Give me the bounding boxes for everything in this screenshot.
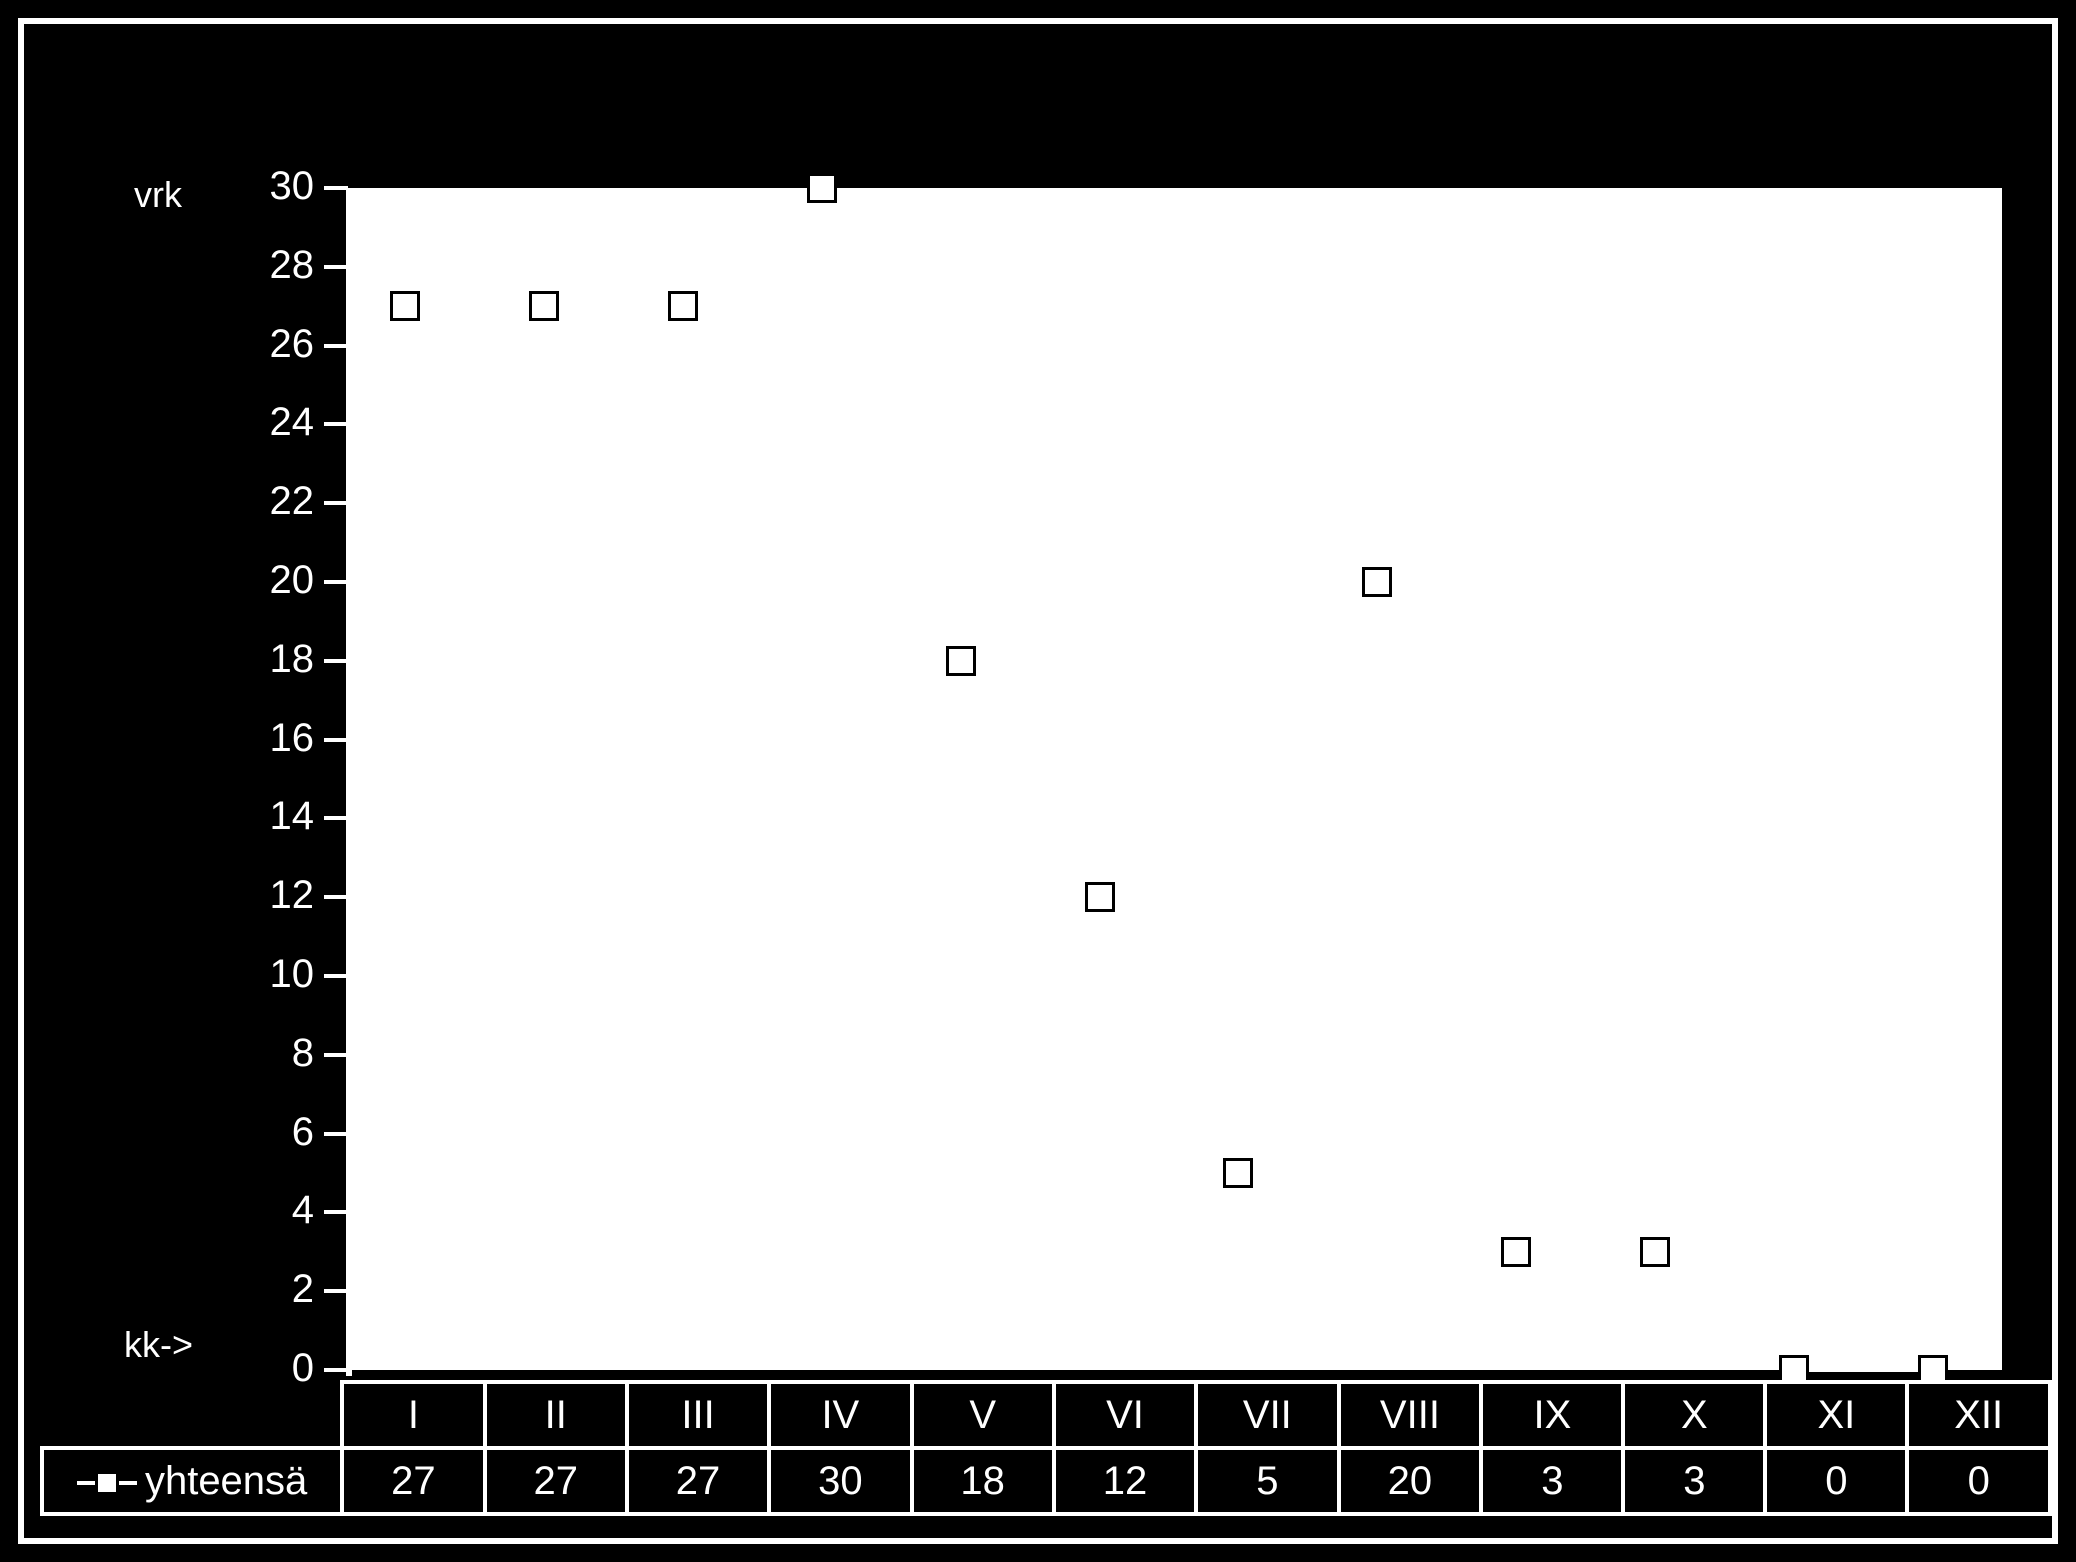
data-marker <box>1085 882 1115 912</box>
data-marker <box>1223 1158 1253 1188</box>
spacer <box>42 1382 342 1448</box>
ytick-mark <box>324 738 348 742</box>
chart-frame: vrk kk-> 024681012141618202224262830 III… <box>0 0 2076 1562</box>
ytick-value: 28 <box>234 243 314 288</box>
ytick-mark <box>324 186 348 190</box>
ytick-value: 18 <box>234 637 314 682</box>
ytick-mark <box>324 816 348 820</box>
category-cell: XI <box>1765 1382 1907 1448</box>
ytick-value: 10 <box>234 952 314 997</box>
ytick-value: 6 <box>234 1110 314 1155</box>
ytick-mark <box>324 1368 348 1372</box>
ytick-mark <box>324 580 348 584</box>
category-cell: VI <box>1054 1382 1196 1448</box>
ytick-value: 14 <box>234 794 314 839</box>
x-axis-label: kk-> <box>124 1324 193 1366</box>
value-cell: 12 <box>1054 1448 1196 1514</box>
category-cell: II <box>485 1382 627 1448</box>
data-marker <box>1501 1237 1531 1267</box>
ytick-value: 26 <box>234 322 314 367</box>
ytick-mark <box>324 659 348 663</box>
plot-area <box>352 188 2002 1370</box>
category-cell: VII <box>1196 1382 1338 1448</box>
ytick-mark <box>324 1053 348 1057</box>
ytick-mark <box>324 974 348 978</box>
data-marker <box>946 646 976 676</box>
data-table: IIIIIIIVVVIVIIVIIIIXXXIXIIyhteensä272727… <box>40 1380 2052 1516</box>
category-cell: V <box>912 1382 1054 1448</box>
value-cell: 30 <box>769 1448 911 1514</box>
data-marker <box>390 291 420 321</box>
ytick-mark <box>324 422 348 426</box>
category-cell: IX <box>1481 1382 1623 1448</box>
ytick-mark <box>324 344 348 348</box>
category-cell: I <box>342 1382 484 1448</box>
legend-cell: yhteensä <box>42 1448 342 1514</box>
series-segment <box>1516 1250 1655 1254</box>
ytick-mark <box>324 1289 348 1293</box>
value-cell: 5 <box>1196 1448 1338 1514</box>
ytick-value: 24 <box>234 400 314 445</box>
series-segment <box>405 304 544 308</box>
data-marker <box>1640 1237 1670 1267</box>
ytick-value: 2 <box>234 1267 314 1312</box>
ytick-mark <box>324 265 348 269</box>
series-segment <box>544 304 683 308</box>
ytick-value: 4 <box>234 1188 314 1233</box>
data-marker <box>529 291 559 321</box>
ytick-mark <box>324 501 348 505</box>
value-cell: 18 <box>912 1448 1054 1514</box>
category-cell: III <box>627 1382 769 1448</box>
ytick-mark <box>324 895 348 899</box>
ytick-value: 12 <box>234 873 314 918</box>
category-cell: VIII <box>1339 1382 1482 1448</box>
legend-label: yhteensä <box>145 1459 307 1503</box>
ytick-mark <box>324 1210 348 1214</box>
legend-marker-icon <box>77 1481 137 1485</box>
value-cell: 3 <box>1481 1448 1623 1514</box>
series-segment <box>1794 1368 1933 1372</box>
value-cell: 20 <box>1339 1448 1482 1514</box>
data-marker <box>1362 567 1392 597</box>
data-marker <box>807 173 837 203</box>
y-axis-label: vrk <box>134 174 182 216</box>
ytick-value: 30 <box>234 164 314 209</box>
value-cell: 3 <box>1623 1448 1765 1514</box>
value-cell: 27 <box>627 1448 769 1514</box>
value-cell: 0 <box>1765 1448 1907 1514</box>
ytick-value: 16 <box>234 716 314 761</box>
category-cell: IV <box>769 1382 911 1448</box>
data-marker <box>668 291 698 321</box>
category-cell: X <box>1623 1382 1765 1448</box>
value-cell: 27 <box>485 1448 627 1514</box>
chart-inner: vrk kk-> 024681012141618202224262830 III… <box>18 18 2058 1544</box>
category-cell: XII <box>1907 1382 2050 1448</box>
ytick-value: 22 <box>234 479 314 524</box>
ytick-mark <box>324 1132 348 1136</box>
ytick-value: 8 <box>234 1031 314 1076</box>
value-cell: 0 <box>1907 1448 2050 1514</box>
value-cell: 27 <box>342 1448 484 1514</box>
ytick-value: 20 <box>234 558 314 603</box>
